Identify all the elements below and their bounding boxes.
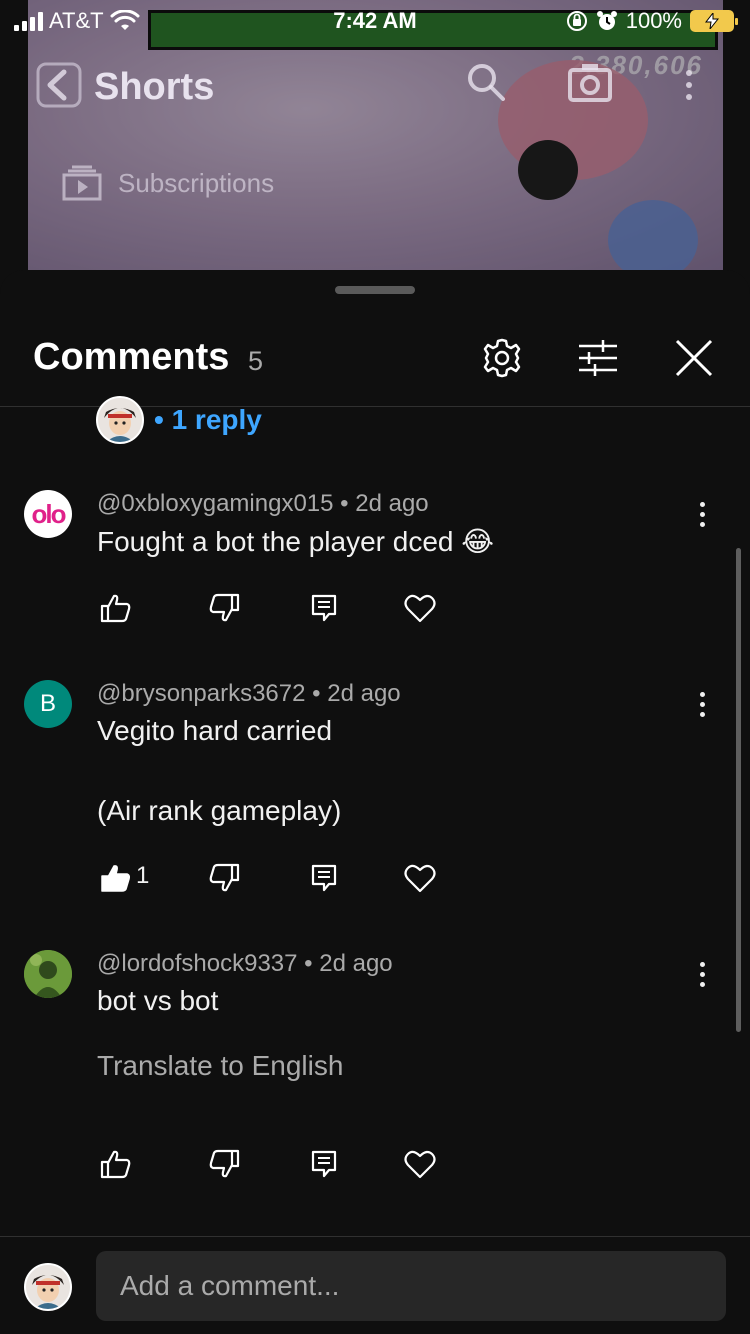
comment-meta: @lordofshock9337 • 2d ago	[97, 950, 393, 977]
heart-icon	[404, 864, 436, 893]
video-more-button[interactable]	[686, 70, 692, 100]
sort-filter-button[interactable]	[576, 336, 620, 380]
comment-composer	[0, 1236, 750, 1334]
heart-button[interactable]	[400, 588, 440, 628]
comment-time: 2d ago	[355, 490, 429, 517]
drag-handle[interactable]	[335, 286, 415, 294]
thumbs-up-filled-icon	[101, 865, 130, 892]
back-arrow-icon[interactable]	[36, 62, 82, 113]
comment-avatar[interactable]: olo	[24, 490, 72, 538]
heart-icon	[404, 1150, 436, 1179]
comment-meta: @0xbloxygamingx015 • 2d ago	[97, 490, 429, 517]
comment-more-button[interactable]	[688, 684, 716, 724]
subscriptions-label: Subscriptions	[118, 167, 275, 198]
comments-scrollbar[interactable]	[736, 548, 741, 1032]
comment-text: Fought a bot the player dced 😂	[97, 526, 494, 557]
reply-icon	[311, 864, 337, 892]
reply-icon	[311, 594, 337, 622]
like-button[interactable]	[96, 1144, 136, 1184]
battery-percentage: 100%	[625, 8, 682, 33]
close-icon	[675, 339, 713, 377]
orientation-lock-icon	[566, 11, 587, 31]
avatar-image	[24, 950, 72, 998]
comment-count: 5	[248, 346, 264, 376]
comment-time: 2d ago	[327, 680, 401, 707]
reply-button[interactable]	[304, 588, 344, 628]
comment-author[interactable]: @lordofshock9337	[97, 950, 297, 977]
shorts-header: Shorts	[36, 62, 214, 113]
comment-more-button[interactable]	[688, 954, 716, 994]
comment-text: Vegito hard carried	[97, 715, 333, 746]
search-icon	[468, 64, 505, 101]
dislike-button[interactable]	[204, 588, 244, 628]
camera-button[interactable]	[567, 62, 613, 104]
settings-button[interactable]	[480, 336, 524, 380]
close-button[interactable]	[672, 336, 716, 380]
video-frame: 2,380,606	[28, 0, 723, 272]
comment-author[interactable]: @0xbloxygamingx015	[97, 490, 334, 517]
like-button[interactable]	[96, 588, 136, 628]
comment-more-button[interactable]	[688, 494, 716, 534]
comment-text: (Air rank gameplay)	[97, 795, 342, 826]
comment-avatar[interactable]: B	[24, 680, 72, 728]
alarm-icon	[596, 11, 617, 30]
comment-time: 2d ago	[319, 950, 393, 977]
subscriptions-link[interactable]: Subscriptions	[62, 165, 274, 201]
dislike-button[interactable]	[204, 858, 244, 898]
comments-title: Comments	[33, 336, 230, 378]
comment-author[interactable]: @brysonparks3672	[97, 680, 305, 707]
sliders-icon	[579, 340, 617, 376]
shorts-title: Shorts	[94, 66, 215, 108]
video-background: 2,380,606 Shorts Subscriptions	[0, 0, 750, 290]
thumbs-up-icon	[100, 1150, 131, 1179]
like-button[interactable]	[96, 858, 136, 898]
reply-icon	[311, 1150, 337, 1178]
comment-avatar[interactable]	[24, 950, 72, 998]
heart-button[interactable]	[400, 1144, 440, 1184]
view-replies[interactable]: • 1 reply	[96, 396, 262, 444]
heart-icon	[404, 594, 436, 623]
search-button[interactable]	[466, 62, 506, 102]
battery-charging-icon	[690, 10, 738, 32]
comment-actions	[96, 1144, 456, 1184]
thumbs-down-icon	[209, 1149, 240, 1178]
comments-header: Comments 5	[0, 310, 750, 407]
camera-icon	[568, 64, 612, 102]
comment-text: bot vs bot	[97, 985, 219, 1016]
reply-button[interactable]	[304, 858, 344, 898]
thumbs-up-icon	[100, 594, 131, 623]
gear-icon	[483, 338, 521, 378]
like-count: 1	[136, 862, 150, 889]
heart-button[interactable]	[400, 858, 440, 898]
reply-avatar	[96, 396, 144, 444]
comment-meta: @brysonparks3672 • 2d ago	[97, 680, 401, 707]
translate-link[interactable]: Translate to English	[97, 1050, 343, 1082]
reply-count-link[interactable]: • 1 reply	[154, 404, 262, 436]
status-bar: AT&T 7:42 AM 100%	[0, 0, 750, 40]
dislike-button[interactable]	[204, 1144, 244, 1184]
thumbs-down-icon	[209, 863, 240, 892]
comment-actions	[96, 588, 456, 628]
add-comment-input[interactable]	[96, 1251, 726, 1321]
thumbs-down-icon	[209, 593, 240, 622]
comments-sheet: Comments 5 • 1 reply olo @0xbloxygamingx…	[0, 270, 750, 1334]
comment-actions: 1	[96, 858, 456, 898]
user-avatar	[24, 1263, 72, 1311]
subscriptions-icon	[62, 165, 102, 201]
reply-button[interactable]	[304, 1144, 344, 1184]
